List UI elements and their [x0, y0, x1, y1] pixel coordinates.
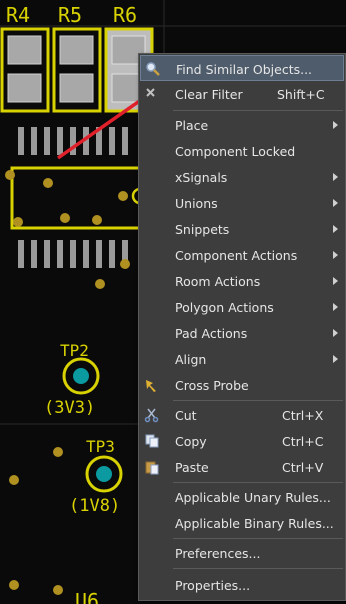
context-menu: Find Similar Objects... Clear Filter Shi…	[138, 53, 346, 601]
menu-label-properties: Properties...	[175, 578, 251, 593]
menu-item-cross-probe[interactable]: Cross Probe	[140, 372, 344, 398]
menu-item-component-locked[interactable]: Component Locked	[140, 138, 344, 164]
menu-item-xsignals[interactable]: xSignals	[140, 164, 344, 190]
menu-item-unions[interactable]: Unions	[140, 190, 344, 216]
menu-label-cut: Cut	[175, 408, 197, 423]
label-tp2-net: (3V3)	[44, 398, 95, 418]
menu-item-pad-actions[interactable]: Pad Actions	[140, 320, 344, 346]
menu-label-pad-actions: Pad Actions	[175, 326, 248, 341]
menu-label-applicable-unary: Applicable Unary Rules...	[175, 490, 331, 505]
menu-item-preferences[interactable]: Preferences...	[140, 540, 344, 566]
shortcut-clear-filter: Shift+C	[277, 87, 325, 102]
menu-label-find-similar: Find Similar Objects...	[176, 62, 313, 77]
shortcut-paste: Ctrl+V	[282, 460, 324, 475]
menu-item-snippets[interactable]: Snippets	[140, 216, 344, 242]
clear-filter-icon	[146, 88, 155, 97]
menu-label-xsignals: xSignals	[175, 170, 228, 185]
submenu-arrow-icon	[333, 277, 338, 285]
copy-icon	[145, 434, 159, 448]
scissors-icon	[144, 408, 159, 423]
submenu-arrow-icon	[333, 251, 338, 259]
menu-separator	[173, 482, 343, 483]
menu-label-copy: Copy	[175, 434, 207, 449]
menu-label-cross-probe: Cross Probe	[175, 378, 249, 393]
menu-separator	[173, 568, 343, 569]
search-icon	[146, 62, 160, 76]
menu-label-unions: Unions	[175, 196, 218, 211]
menu-item-applicable-unary-rules[interactable]: Applicable Unary Rules...	[140, 484, 344, 510]
menu-item-copy[interactable]: Copy Ctrl+C	[140, 428, 344, 454]
menu-separator	[173, 110, 343, 111]
menu-item-cut[interactable]: Cut Ctrl+X	[140, 402, 344, 428]
menu-item-find-similar-objects[interactable]: Find Similar Objects...	[140, 55, 344, 81]
submenu-arrow-icon	[333, 355, 338, 363]
menu-label-polygon-actions: Polygon Actions	[175, 300, 274, 315]
submenu-arrow-icon	[333, 173, 338, 181]
label-u6: U6	[75, 589, 99, 604]
menu-item-align[interactable]: Align	[140, 346, 344, 372]
label-tp3-net: (1V8)	[69, 496, 120, 516]
cross-probe-icon	[146, 380, 156, 392]
submenu-arrow-icon	[333, 199, 338, 207]
menu-label-room-actions: Room Actions	[175, 274, 261, 289]
menu-label-place: Place	[175, 118, 209, 133]
menu-separator	[173, 538, 343, 539]
shortcut-cut: Ctrl+X	[282, 408, 324, 423]
label-r4: R4	[6, 3, 30, 27]
label-r5: R5	[58, 3, 82, 27]
menu-label-align: Align	[175, 352, 207, 367]
menu-label-snippets: Snippets	[175, 222, 230, 237]
menu-separator	[173, 400, 343, 401]
menu-item-properties[interactable]: Properties...	[140, 572, 344, 598]
menu-label-clear-filter: Clear Filter	[175, 87, 243, 102]
label-tp2: TP2	[60, 341, 89, 360]
menu-item-component-actions[interactable]: Component Actions	[140, 242, 344, 268]
menu-label-component-locked: Component Locked	[175, 144, 296, 159]
menu-item-room-actions[interactable]: Room Actions	[140, 268, 344, 294]
label-tp3: TP3	[86, 437, 115, 456]
menu-item-clear-filter[interactable]: Clear Filter Shift+C	[140, 81, 344, 107]
shortcut-copy: Ctrl+C	[282, 434, 324, 449]
submenu-arrow-icon	[333, 225, 338, 233]
submenu-arrow-icon	[333, 121, 338, 129]
ic-pins-bottom	[18, 240, 128, 268]
menu-label-component-actions: Component Actions	[175, 248, 298, 263]
submenu-arrow-icon	[333, 303, 338, 311]
menu-item-paste[interactable]: Paste Ctrl+V	[140, 454, 344, 480]
paste-icon	[145, 461, 159, 475]
ic-pins-top	[18, 127, 128, 155]
menu-item-polygon-actions[interactable]: Polygon Actions	[140, 294, 344, 320]
menu-item-applicable-binary-rules[interactable]: Applicable Binary Rules...	[140, 510, 344, 536]
submenu-arrow-icon	[333, 329, 338, 337]
menu-item-place[interactable]: Place	[140, 112, 344, 138]
menu-label-paste: Paste	[175, 460, 209, 475]
label-r6: R6	[113, 3, 137, 27]
menu-label-applicable-binary: Applicable Binary Rules...	[175, 516, 334, 531]
menu-label-preferences: Preferences...	[175, 546, 261, 561]
